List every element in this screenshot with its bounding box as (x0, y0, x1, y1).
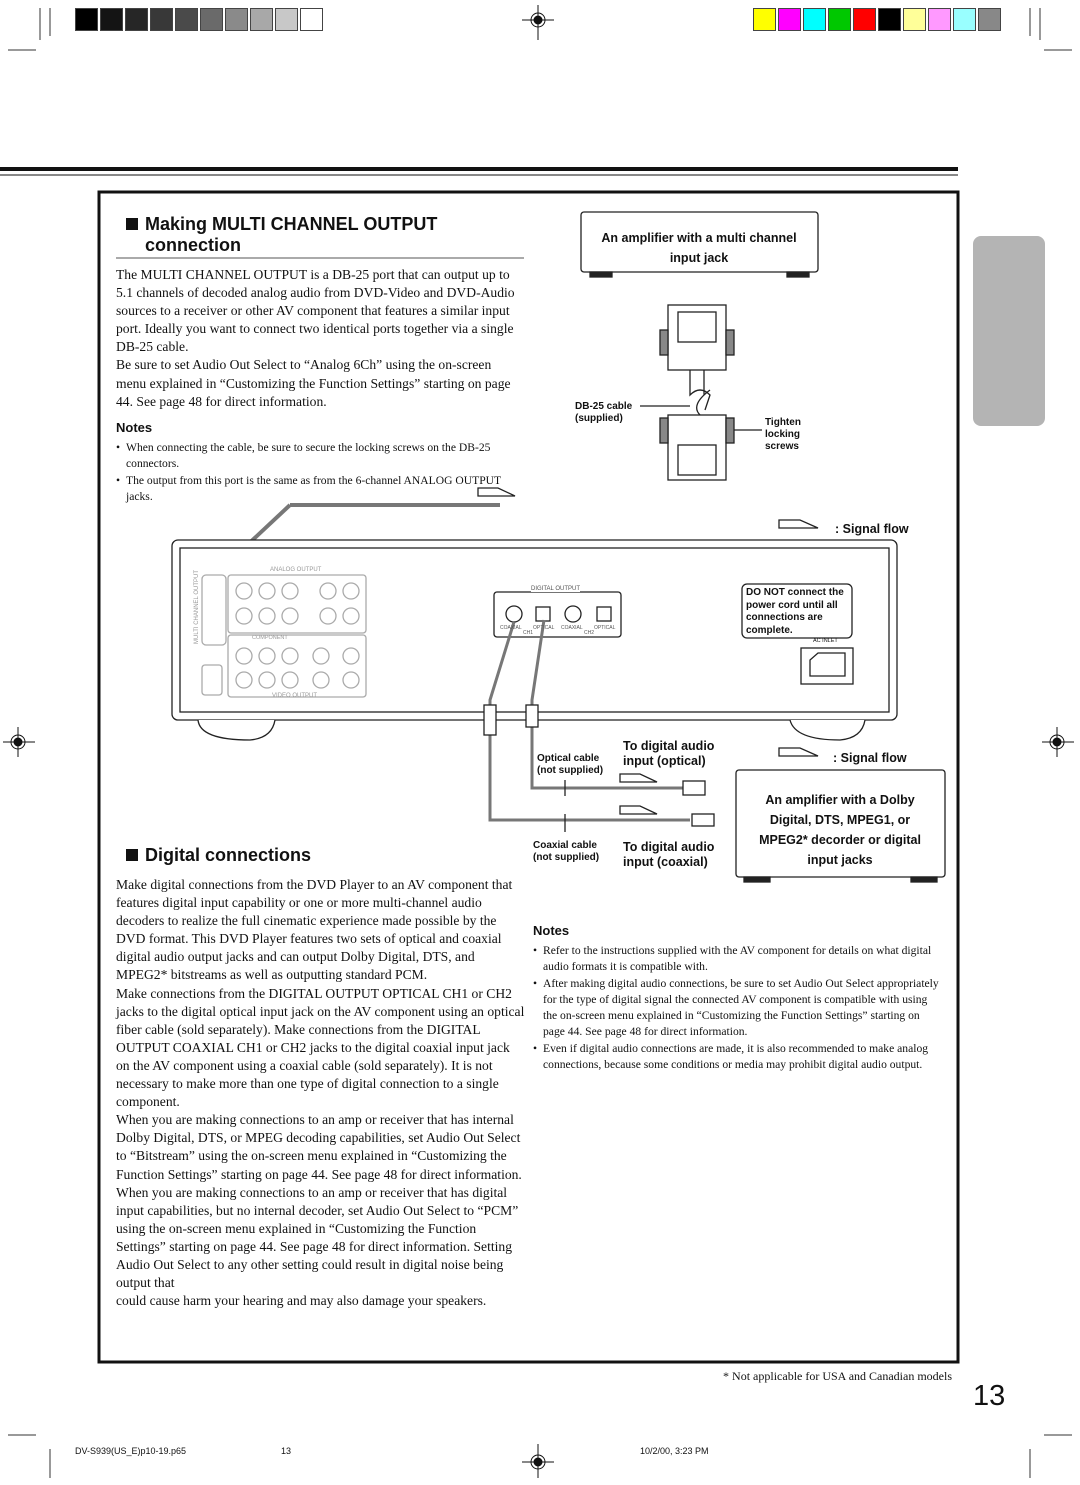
optical-ch1-jack[interactable]: OPTICAL (533, 625, 554, 631)
power-cord-warning: DO NOT connect the power cord until all … (746, 587, 844, 636)
paragraph: When you are making connections to an am… (116, 1112, 522, 1182)
tighten-screws-label: Tighten locking screws (765, 417, 801, 452)
color-swatch (953, 8, 976, 31)
digital-heading: Digital connections (126, 845, 311, 866)
digital-text: Make digital connections from the DVD Pl… (116, 876, 526, 1310)
video-output-label: VIDEO OUTPUT (272, 693, 318, 699)
ac-inlet-label: AC INLET (813, 638, 838, 644)
footer-date: 10/2/00, 3:23 PM (640, 1446, 709, 1456)
digital-output-label: DIGITAL OUTPUT (531, 586, 581, 592)
color-swatch (978, 8, 1001, 31)
grayscale-swatch (75, 8, 98, 31)
grayscale-swatch (200, 8, 223, 31)
color-swatch (903, 8, 926, 31)
grayscale-swatch (275, 8, 298, 31)
notes-title: Notes (533, 923, 570, 938)
signal-flow-legend: : Signal flow (833, 751, 907, 765)
color-swatch (828, 8, 851, 31)
square-bullet-icon (126, 849, 138, 861)
optical-ch2-jack[interactable]: OPTICAL (594, 625, 615, 631)
grayscale-swatch (125, 8, 148, 31)
page-number: 13 (973, 1380, 1006, 1412)
grayscale-swatch (250, 8, 273, 31)
paragraph: Make connections from the DIGITAL OUTPUT… (116, 985, 525, 1110)
ch1-label: CH1 (523, 630, 534, 636)
footnote: * Not applicable for USA and Canadian mo… (723, 1369, 952, 1383)
color-swatch (878, 8, 901, 31)
coaxial-cable-label: Coaxial cable (not supplied) (533, 840, 600, 863)
grayscale-swatch (175, 8, 198, 31)
note-item: Refer to the instructions supplied with … (533, 943, 943, 976)
digital-notes: Refer to the instructions supplied with … (533, 943, 943, 1073)
note-item: Even if digital audio connections are ma… (533, 1041, 943, 1074)
color-swatch (803, 8, 826, 31)
to-optical-input-label: To digital audio input (optical) (623, 739, 715, 768)
color-swatch (928, 8, 951, 31)
signal-flow-legend: : Signal flow (835, 522, 909, 536)
db25-cable-label: DB-25 cable (supplied) (575, 401, 633, 424)
amplifier-multi-channel-label: An amplifier with a multi channel input … (601, 231, 797, 265)
coaxial-ch1-jack[interactable]: COAXIAL (500, 625, 522, 631)
grayscale-swatch (300, 8, 323, 31)
optical-cable-label: Optical cable (not supplied) (537, 753, 604, 776)
color-swatch (753, 8, 776, 31)
manual-page: Making MULTI CHANNEL OUTPUT connection T… (0, 0, 1080, 1485)
footer-filename: DV-S939(US_E)p10-19.p65 (75, 1446, 187, 1456)
component-label: COMPONENT (252, 635, 288, 641)
analog-output-label: ANALOG OUTPUT (270, 567, 322, 573)
paragraph: could cause harm your hearing and may al… (116, 1293, 487, 1309)
multi-channel-output-port-label: MULTI CHANNEL OUTPUT (194, 569, 201, 645)
to-coaxial-input-label: To digital audio input (coaxial) (623, 840, 715, 869)
grayscale-swatch (225, 8, 248, 31)
color-swatch (778, 8, 801, 31)
ch2-label: CH2 (584, 630, 595, 636)
color-swatch (853, 8, 876, 31)
grayscale-swatch (150, 8, 173, 31)
paragraph: Make digital connections from the DVD Pl… (116, 877, 513, 983)
paragraph: When you are making connections to an am… (116, 1184, 519, 1291)
amplifier-dolby-label: An amplifier with a Dolby Digital, DTS, … (759, 793, 921, 867)
note-item: After making digital audio connections, … (533, 976, 943, 1041)
footer-page: 13 (281, 1446, 292, 1456)
coaxial-ch2-jack[interactable]: COAXIAL (561, 625, 583, 631)
grayscale-swatch (100, 8, 123, 31)
